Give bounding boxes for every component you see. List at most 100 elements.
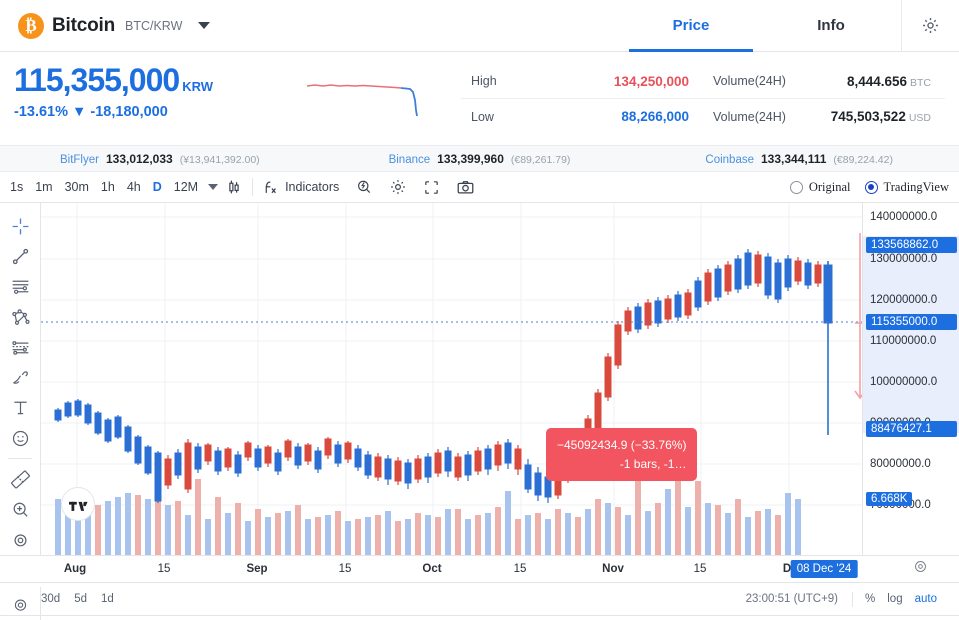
time-axis[interactable]: Aug 15 Sep 15 Oct 15 Nov 15 D 08 Dec '24 <box>0 555 959 583</box>
measurement-arrow <box>854 233 862 400</box>
tool-pitchfork[interactable] <box>0 302 41 332</box>
measurement-tooltip: −45092434.9 (−33.76%) -1 bars, -1… <box>546 428 698 482</box>
time-tick: 15 <box>157 563 171 575</box>
chevron-down-icon[interactable] <box>208 184 219 190</box>
tab-price[interactable]: Price <box>621 0 761 52</box>
volume-usd-number: 745,503,522 <box>830 109 906 124</box>
volume-usd-value: 745,503,522 USD <box>831 109 931 124</box>
exchange-bitflyer[interactable]: BitFlyer 133,012,033 (¥13,941,392.00) <box>0 152 320 166</box>
emoji-icon <box>12 430 28 446</box>
toolbar-divider <box>8 458 32 460</box>
exchange-binance[interactable]: Binance 133,399,960 (€89,261.79) <box>320 152 640 166</box>
exchange-price-krw: 133,399,960 <box>437 151 504 166</box>
chevron-down-icon[interactable] <box>198 22 211 29</box>
timeframe-d[interactable]: D <box>147 177 168 197</box>
timeframe-1s[interactable]: 1s <box>4 177 29 197</box>
bitcoin-chart-app: ₿ Bitcoin BTC/KRW Price Info 115,355,000… <box>0 0 959 620</box>
coin-pair: BTC/KRW <box>125 18 183 33</box>
tool-horizontal-lines[interactable] <box>0 272 41 302</box>
time-tick: 15 <box>513 563 527 575</box>
tool-fib[interactable] <box>0 332 41 362</box>
fullscreen-button[interactable] <box>423 179 440 196</box>
tool-ruler[interactable] <box>0 464 41 494</box>
time-tick: Aug <box>63 563 87 575</box>
brush-icon <box>12 371 28 384</box>
axis-tick: 110000000.0 <box>870 335 937 347</box>
axis-tick: 140000000.0 <box>870 211 938 223</box>
timeframe-12m[interactable]: 12M <box>168 177 204 197</box>
toolbar-divider <box>252 178 254 196</box>
alert-button[interactable] <box>355 178 373 196</box>
candle-series <box>54 249 833 503</box>
candle-type-button[interactable] <box>225 178 243 196</box>
tool-text[interactable] <box>0 393 41 423</box>
price-badge-high: 133568862.0 <box>866 237 957 253</box>
measurement-bars: -1 bars, -1… <box>619 456 687 471</box>
tab-info[interactable]: Info <box>761 0 901 51</box>
screenshot-button[interactable] <box>456 178 475 197</box>
scale-auto[interactable]: auto <box>915 593 937 605</box>
stat-low: Low 88,266,000 <box>461 99 703 134</box>
current-date-badge: 08 Dec '24 <box>790 560 858 578</box>
timeframe-1h[interactable]: 1h <box>95 177 121 197</box>
header-settings-button[interactable] <box>901 0 959 51</box>
exchange-price-native: (€89,261.79) <box>510 153 571 166</box>
price-sparkline <box>306 84 418 117</box>
bitcoin-icon: ₿ <box>18 12 44 39</box>
axis-tick: 80000000.0 <box>870 458 931 470</box>
chart-canvas <box>41 203 862 555</box>
radio-tradingview-icon <box>864 180 878 194</box>
source-tradingview[interactable]: TradingView <box>864 180 949 195</box>
timeframe-1m[interactable]: 1m <box>29 177 58 197</box>
target-icon <box>915 561 926 572</box>
trendline-icon <box>12 248 28 265</box>
scale-log[interactable]: log <box>887 593 902 605</box>
tool-zoom-in[interactable] <box>0 494 41 524</box>
high-value: 134,250,000 <box>613 73 689 89</box>
tool-magnet[interactable] <box>0 525 41 555</box>
range-30d[interactable]: 30d <box>41 593 60 605</box>
time-tick: 15 <box>338 563 352 575</box>
timeframe-4h[interactable]: 4h <box>121 177 147 197</box>
ruler-icon <box>10 470 30 489</box>
source-original[interactable]: Original <box>789 179 851 195</box>
exchange-coinbase[interactable]: Coinbase 133,344,111 (€89,224.42) <box>639 152 959 166</box>
exchange-price-krw: 133,012,033 <box>105 151 173 166</box>
drawing-toolbar-footer[interactable] <box>0 587 41 620</box>
tool-crosshair[interactable] <box>0 211 41 241</box>
low-label: Low <box>471 109 494 124</box>
symbol-selector[interactable]: ₿ Bitcoin BTC/KRW <box>0 0 211 51</box>
range-5d[interactable]: 5d <box>74 593 87 605</box>
exchange-name: BitFlyer <box>59 153 99 166</box>
time-tick: Oct <box>422 563 442 575</box>
volume-group: Volume(24H) 8,444.656 BTC Volume(24H) 745… <box>703 64 945 134</box>
price-axis[interactable]: 140000000.0 130000000.0 120000000.0 1100… <box>862 203 959 555</box>
market-stats: High 134,250,000 Low 88,266,000 Volume(2… <box>451 62 959 134</box>
volume-btc-number: 8,444.656 <box>846 73 907 89</box>
indicators-button[interactable]: Indicators <box>262 179 339 196</box>
coin-name: Bitcoin <box>52 14 115 36</box>
tool-emoji[interactable] <box>0 423 41 453</box>
tool-trendline[interactable] <box>0 241 41 271</box>
candlestick-plot[interactable]: −45092434.9 (−33.76%) -1 bars, -1… <box>41 203 862 555</box>
axis-tick: 100000000.0 <box>870 376 938 388</box>
header-spacer <box>210 0 621 51</box>
crosshair-icon <box>12 218 28 235</box>
gear-icon <box>923 18 938 33</box>
candlestick-icon <box>229 180 239 194</box>
chart-settings-button[interactable] <box>389 178 407 196</box>
time-axis-settings-button[interactable] <box>912 558 929 580</box>
source-original-label: Original <box>808 179 851 194</box>
tradingview-logo-icon <box>68 501 88 511</box>
volume-btc-unit: BTC <box>910 76 931 89</box>
scale-percent[interactable]: % <box>865 593 875 605</box>
timeframe-30m[interactable]: 30m <box>59 177 95 197</box>
range-1d[interactable]: 1d <box>101 593 114 605</box>
exchange-name: Coinbase <box>705 153 754 166</box>
exchange-price-bar: BitFlyer 133,012,033 (¥13,941,392.00) Bi… <box>0 145 959 172</box>
tradingview-logo <box>61 487 95 521</box>
high-low-group: High 134,250,000 Low 88,266,000 <box>461 64 703 134</box>
tool-brush[interactable] <box>0 362 41 392</box>
stat-volume-btc: Volume(24H) 8,444.656 BTC <box>703 64 945 99</box>
volume-usd-label: Volume(24H) <box>713 109 786 124</box>
